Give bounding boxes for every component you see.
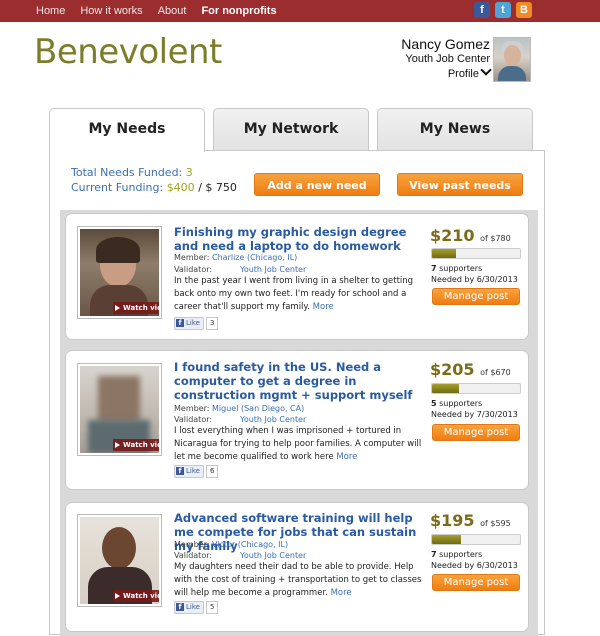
like-button[interactable]: f Like [174,316,204,330]
profile-dropdown[interactable]: Profile [401,64,492,81]
more-link[interactable]: More [331,588,352,598]
tab-my-needs[interactable]: My Needs [49,108,205,152]
watch-video-button[interactable]: Watch video [113,439,159,451]
main-nav: Home How it works About For nonprofits [36,0,277,22]
like-button[interactable]: f Like [174,464,204,478]
need-title[interactable]: Finishing my graphic design degree and n… [174,225,424,253]
supporters-count: 5 supporters [431,399,483,408]
funding-progress-bar [431,383,521,394]
twitter-icon[interactable]: t [495,2,511,18]
need-card: Watch video I found safety in the US. Ne… [65,350,529,490]
user-name: Nancy Gomez [401,36,490,52]
watch-video-button[interactable]: Watch video [113,590,159,602]
nav-about[interactable]: About [158,5,187,17]
like-widget: f Like 6 [174,464,219,478]
funding-goal: / $ 750 [198,181,237,194]
need-title[interactable]: I found safety in the US. Need a compute… [174,360,424,402]
like-count: 3 [205,316,219,330]
amount-raised: $205 of $670 [430,360,511,379]
validator-link[interactable]: Youth Job Center [240,264,306,275]
total-needs-label: Total Needs Funded: [71,166,183,179]
member-link[interactable]: Charlize (Chicago, IL) [212,253,297,262]
need-description: I lost everything when I was imprisoned … [174,426,422,462]
video-thumbnail[interactable]: Watch video [77,226,162,319]
logo-text: Benevolent [34,32,222,72]
funding-progress-bar [431,534,521,545]
funding-stats: Total Needs Funded: 3 Current Funding: $… [71,165,237,195]
facebook-icon[interactable]: f [474,2,490,18]
need-description: In the past year I went from living in a… [174,276,414,312]
manage-post-button[interactable]: Manage post [432,574,520,591]
facebook-icon: f [176,603,184,611]
needed-by-date: Needed by 6/30/2013 [431,275,518,284]
facebook-icon: f [176,319,184,327]
funding-progress-bar [431,248,521,259]
like-count: 6 [205,464,219,478]
total-needs-value: 3 [185,166,193,179]
profile-label: Profile [447,68,479,80]
video-thumbnail[interactable]: Watch video [77,514,162,607]
supporters-count: 7 supporters [431,550,483,559]
member-link[interactable]: Miguel (San Diego, CA) [212,404,304,413]
nav-how-it-works[interactable]: How it works [80,5,142,17]
manage-post-button[interactable]: Manage post [432,424,520,441]
like-widget: f Like 5 [174,600,219,614]
supporters-count: 7 supporters [431,264,483,273]
nav-for-nonprofits[interactable]: For nonprofits [201,5,276,17]
needed-by-date: Needed by 6/30/2013 [431,561,518,570]
user-menu: Nancy Gomez Youth Job Center Profile [401,36,492,81]
more-link[interactable]: More [336,452,357,462]
need-description: My daughters need their dad to be able t… [174,562,422,598]
current-funding-label: Current Funding: [71,181,164,194]
validator-link[interactable]: Youth Job Center [240,550,306,561]
need-validator: Validator: Youth Job Center [174,264,307,275]
logo[interactable]: Benevolent [34,32,222,72]
add-need-button[interactable]: Add a new need [254,173,380,196]
more-link[interactable]: More [313,302,334,312]
like-button[interactable]: f Like [174,600,204,614]
video-thumbnail[interactable]: Watch video [77,363,162,456]
member-link[interactable]: Victor (Chicago, IL) [212,540,288,549]
watch-video-button[interactable]: Watch video [113,302,159,314]
manage-post-button[interactable]: Manage post [432,288,520,305]
avatar[interactable] [493,37,531,82]
blogger-icon[interactable]: B [516,2,532,18]
top-nav-bar: Home How it works About For nonprofits f… [0,0,600,22]
need-validator: Validator: Youth Job Center [174,550,307,561]
needed-by-date: Needed by 7/30/2013 [431,410,518,419]
validator-link[interactable]: Youth Job Center [240,414,306,425]
user-org: Youth Job Center [405,53,490,65]
need-member: Member: Miguel (San Diego, CA) [174,404,305,413]
need-member: Member: Victor (Chicago, IL) [174,540,289,549]
like-widget: f Like 3 [174,316,219,330]
nav-home[interactable]: Home [36,5,65,17]
need-validator: Validator: Youth Job Center [174,414,307,425]
amount-raised: $210 of $780 [430,226,511,245]
view-past-needs-button[interactable]: View past needs [397,173,523,196]
chevron-down-icon [480,64,492,76]
facebook-icon: f [176,467,184,475]
current-funding-value: $400 [166,181,195,194]
play-icon [115,305,120,311]
need-member: Member: Charlize (Chicago, IL) [174,253,298,262]
play-icon [115,593,120,599]
tab-my-network[interactable]: My Network [213,108,369,150]
like-count: 5 [205,600,219,614]
tab-my-news[interactable]: My News [377,108,533,150]
need-card: Watch video Finishing my graphic design … [65,213,529,340]
amount-raised: $195 of $595 [430,511,511,530]
need-card: Watch video Advanced software training w… [65,502,529,632]
play-icon [115,442,120,448]
